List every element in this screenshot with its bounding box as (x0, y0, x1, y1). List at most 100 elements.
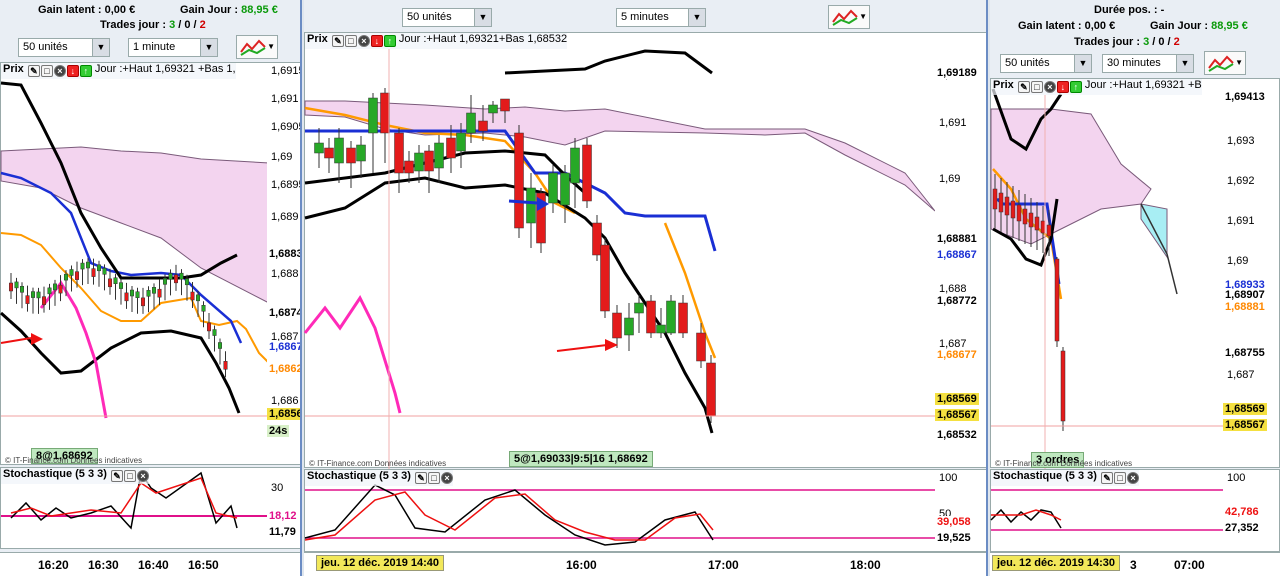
candlestick (592, 222, 602, 256)
close-icon[interactable]: × (440, 472, 453, 484)
candlestick (1060, 350, 1066, 422)
down-arrow-icon[interactable]: ↓ (370, 35, 383, 47)
stoch-axis: 30 18,12 11,79 (267, 468, 300, 548)
candlestick (69, 269, 74, 276)
gain-latent: Gain latent : 0,00 € (1018, 20, 1116, 32)
trades-jour: Trades jour : 3 / 0 / 2 (100, 19, 206, 31)
candlestick (696, 332, 706, 362)
price-tag: 1,68755 (1223, 347, 1267, 359)
chart-type-icon (1208, 55, 1234, 72)
price-chart-canvas (0, 81, 270, 419)
price-tag: 1,68907 (1223, 289, 1267, 301)
candlestick (14, 281, 19, 289)
candlestick (346, 147, 356, 164)
wrench-icon[interactable]: ✎ (27, 65, 40, 77)
down-arrow-icon[interactable]: ↓ (66, 65, 79, 77)
time-axis: jeu. 12 déc. 2019 14:40 16:00 17:00 18:00 (304, 552, 986, 576)
chikou-line (39, 280, 108, 419)
chart-type-button[interactable]: ▼ (1204, 51, 1246, 75)
interval-select[interactable]: 5 minutes ▼ (616, 8, 706, 27)
candlestick (130, 289, 134, 297)
candlestick (612, 312, 622, 339)
quantity-select[interactable]: 50 unités ▼ (18, 38, 110, 57)
candlestick (1046, 224, 1052, 237)
candlestick (108, 278, 112, 288)
window-icon[interactable]: □ (1030, 81, 1043, 93)
interval-select[interactable]: 30 minutes ▼ (1102, 54, 1194, 73)
wrench-icon[interactable]: ✎ (110, 470, 123, 482)
chevron-down-icon: ▼ (1176, 55, 1193, 72)
candlestick (97, 264, 101, 272)
up-arrow-icon[interactable]: ↑ (383, 35, 396, 47)
candlestick (1028, 212, 1034, 228)
chart-title-bar: Prix ✎ □ × ↓ ↑ Jour :+Haut 1,69321 +B (991, 79, 1202, 95)
chart-type-button[interactable]: ▼ (236, 35, 278, 59)
entry-arrow-head (31, 333, 43, 345)
wrench-icon[interactable]: ✎ (1017, 81, 1030, 93)
window-icon[interactable]: □ (427, 472, 440, 484)
chevron-down-icon: ▼ (1235, 58, 1243, 67)
stochastic-chart[interactable]: Stochastique (5 3 3) ✎ □ × 30 18,12 11,79 (0, 467, 300, 549)
quantity-select[interactable]: 50 unités ▼ (1000, 54, 1092, 73)
ichimoku-cloud (990, 108, 1152, 245)
candlestick (1054, 258, 1060, 342)
gain-jour: Gain Jour : 88,95 € (1150, 20, 1248, 32)
candlestick (53, 283, 57, 291)
close-icon[interactable]: × (357, 35, 370, 47)
price-tick-label: 1,69 (1227, 255, 1249, 267)
stoch-title-bar: Stochastique (5 3 3) ✎ □ × (305, 470, 453, 486)
up-arrow-icon[interactable]: ↑ (1069, 81, 1082, 93)
price-tick-label: 1,6905 (271, 121, 302, 133)
window-icon[interactable]: □ (40, 65, 53, 77)
close-icon[interactable]: × (53, 65, 66, 77)
candlestick (582, 144, 592, 202)
chevron-down-icon: ▼ (688, 9, 705, 26)
chevron-down-icon: ▼ (859, 12, 867, 21)
order-pill[interactable]: 5@1,69033|9:5|16 1,68692 (509, 451, 653, 467)
wrench-icon[interactable]: ✎ (1100, 472, 1113, 484)
candlestick (666, 300, 676, 334)
price-chart[interactable]: Prix ✎ □ × ↓ ↑ Jour :+Haut 1,69321+Bas 1,685… (304, 32, 986, 469)
quantity-select[interactable]: 50 unités ▼ (402, 8, 492, 27)
window-icon[interactable]: □ (123, 470, 136, 482)
candlestick (356, 144, 366, 162)
price-tag: 1,6856 (267, 408, 300, 420)
candlestick (600, 244, 610, 312)
price-tick-label: 1,6895 (271, 179, 302, 191)
candlestick (179, 272, 184, 280)
stoch-title-bar: Stochastique (5 3 3) ✎ □ × (1, 468, 149, 484)
copyright-footer: © IT-Finance.com Données indicatives (309, 459, 447, 468)
wrench-icon[interactable]: ✎ (414, 472, 427, 484)
close-icon[interactable]: × (1043, 81, 1056, 93)
candlestick (64, 273, 68, 281)
chart-type-button[interactable]: ▼ (828, 5, 870, 29)
candlestick (488, 104, 498, 114)
price-tick-label: 100 (1227, 472, 1246, 484)
interval-select[interactable]: 1 minute ▼ (128, 38, 218, 57)
close-icon[interactable]: × (136, 470, 149, 482)
price-chart[interactable]: Prix ✎□×↓↑ Jour :+Haut 1,69321 +B 1,6941… (990, 78, 1280, 469)
price-tag: 1,6883 (267, 248, 300, 260)
candlestick (196, 294, 200, 302)
price-tag: 1,68569 (935, 393, 979, 405)
stochastic-chart[interactable]: Stochastique (5 3 3) ✎ □ × 100 50 39,058 19,5… (304, 469, 986, 552)
candlestick (1004, 196, 1010, 216)
entry-arrow (0, 337, 32, 344)
candlestick (678, 302, 688, 334)
stochastic-chart[interactable]: Stochastique (5 3 3) ✎ □ × 100 42,786 27,352 (990, 469, 1280, 552)
candlestick (548, 172, 558, 204)
price-tag: 42,786 (1223, 506, 1261, 518)
up-arrow-icon[interactable]: ↑ (79, 65, 92, 77)
price-chart[interactable]: Prix ✎ □ × ↓ ↑ Jour :+Haut 1,69321 +Bas 1, 1… (0, 62, 302, 465)
stoch-axis: 100 50 39,058 19,525 (935, 470, 986, 551)
window-icon[interactable]: □ (1113, 472, 1126, 484)
stoch-title-bar: Stochastique (5 3 3) ✎ □ × (991, 470, 1139, 486)
price-tick-label: 30 (271, 482, 284, 494)
stoch-d-line (304, 491, 714, 541)
window-icon[interactable]: □ (344, 35, 357, 47)
stoch-d-line (10, 477, 238, 519)
price-tag: 1,6874 (267, 307, 300, 319)
close-icon[interactable]: × (1126, 472, 1139, 484)
down-arrow-icon[interactable]: ↓ (1056, 81, 1069, 93)
wrench-icon[interactable]: ✎ (331, 35, 344, 47)
